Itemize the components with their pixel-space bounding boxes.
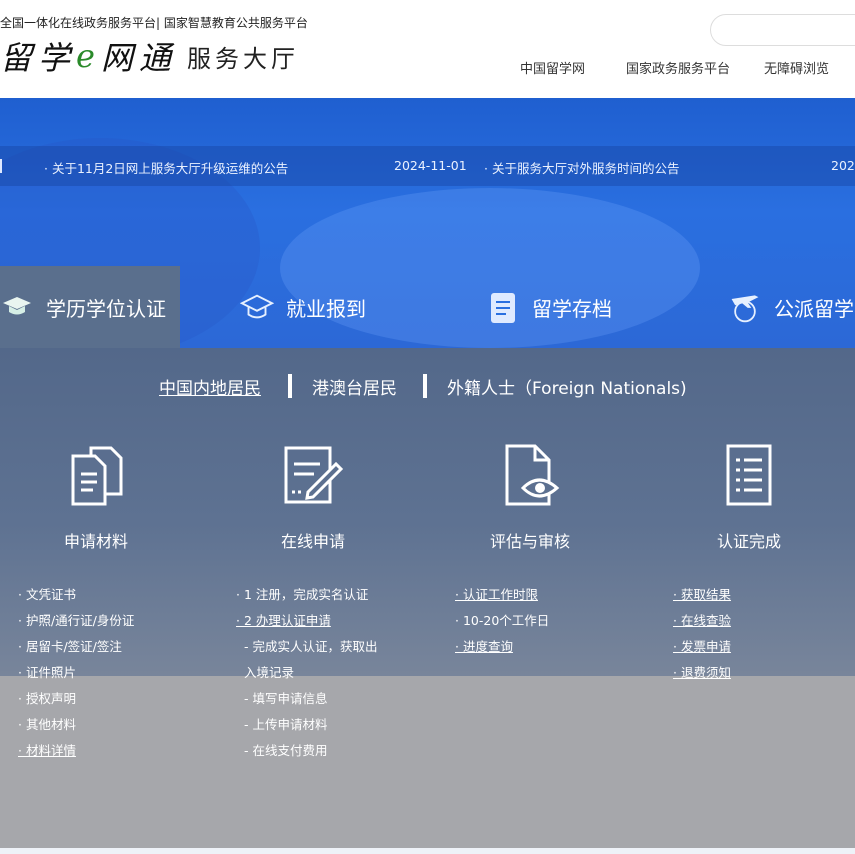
documents-icon <box>61 440 131 510</box>
list-item: - 完成实人认证，获取出 <box>244 639 378 654</box>
footer-strip <box>0 848 855 854</box>
review-eye-icon <box>495 440 565 510</box>
complete-list: · 获取结果 · 在线查验 · 发票申请 · 退费须知 <box>673 582 731 686</box>
logo-hall-text: 服务大厅 <box>186 44 299 73</box>
list-item[interactable]: · 居留卡/签证/签注 <box>18 634 134 660</box>
tab-degree-certification[interactable]: 学历学位认证 <box>0 266 180 348</box>
notice-marker <box>0 159 2 173</box>
list-item: 入境记录 <box>244 665 295 680</box>
list-item[interactable]: · 护照/通行证/身份证 <box>18 608 134 634</box>
site-header: 全国一体化在线政务服务平台| 国家智慧教育公共服务平台 留学 e 网通 服务大厅… <box>0 0 855 98</box>
archive-icon <box>486 290 520 324</box>
resident-tab-foreign[interactable]: 外籍人士（Foreign Nationals) <box>447 374 687 399</box>
refund-notice-link[interactable]: · 退费须知 <box>673 660 731 686</box>
tab-label: 就业报到 <box>286 296 366 321</box>
step-online-apply: 在线申请 <box>253 440 373 552</box>
step-complete: 认证完成 <box>689 440 809 552</box>
step-label: 认证完成 <box>716 532 781 551</box>
tab-divider <box>423 374 427 398</box>
list-item: - 填写申请信息 <box>244 691 328 706</box>
online-verify-link[interactable]: · 在线查验 <box>673 608 731 634</box>
graduation-cap-icon <box>0 290 34 324</box>
list-item: - 在线支付费用 <box>244 743 328 758</box>
step-label: 申请材料 <box>63 532 128 551</box>
tab-divider <box>288 374 292 398</box>
nav-link-cscse[interactable]: 中国留学网 <box>520 58 585 77</box>
get-result-link[interactable]: · 获取结果 <box>673 582 731 608</box>
notice-link[interactable]: · 关于11月2日网上服务大厅升级运维的公告 <box>44 158 288 177</box>
nav-link-gov-platform[interactable]: 国家政务服务平台 <box>626 58 730 77</box>
review-list: · 认证工作时限 · 10-20个工作日 · 进度查询 <box>455 582 549 660</box>
list-item[interactable]: · 其他材料 <box>18 712 134 738</box>
search-input[interactable] <box>710 14 855 46</box>
tab-label: 公派留学 <box>774 296 854 321</box>
notice-date: 202 <box>831 158 855 173</box>
list-item: - 上传申请材料 <box>244 717 328 732</box>
notice-bar: · 关于11月2日网上服务大厅升级运维的公告 2024-11-01 · 关于服务… <box>0 146 855 186</box>
progress-query-link[interactable]: · 进度查询 <box>455 634 549 660</box>
logo-text-1: 留学 <box>0 39 77 77</box>
airplane-globe-icon <box>728 290 762 324</box>
list-item[interactable]: · 文凭证书 <box>18 582 134 608</box>
tab-study-archive[interactable]: 留学存档 <box>486 266 612 348</box>
resident-tab-hk-macao-taiwan[interactable]: 港澳台居民 <box>312 374 397 399</box>
tab-label: 学历学位认证 <box>46 296 166 321</box>
notice-date: 2024-11-01 <box>394 158 467 173</box>
step-label: 在线申请 <box>280 532 345 551</box>
apply-certification-link[interactable]: · 2 办理认证申请 <box>236 608 377 634</box>
list-item[interactable]: · 证件照片 <box>18 660 134 686</box>
graduation-cap-icon <box>240 290 274 324</box>
tab-employment-report[interactable]: 就业报到 <box>240 266 366 348</box>
edit-form-icon <box>278 440 348 510</box>
step-materials: 申请材料 <box>36 440 156 552</box>
resident-tab-mainland[interactable]: 中国内地居民 <box>159 374 261 399</box>
materials-list: · 文凭证书 · 护照/通行证/身份证 · 居留卡/签证/签注 · 证件照片 ·… <box>18 582 134 764</box>
notice-link[interactable]: · 关于服务大厅对外服务时间的公告 <box>484 158 679 177</box>
online-apply-list: · 1 注册，完成实名认证 · 2 办理认证申请 - 完成实人认证，获取出 入境… <box>236 582 377 764</box>
invoice-request-link[interactable]: · 发票申请 <box>673 634 731 660</box>
nav-link-accessibility[interactable]: 无障碍浏览 <box>764 58 829 77</box>
tab-government-sponsored[interactable]: 公派留学 <box>728 266 854 348</box>
tab-label: 留学存档 <box>532 296 612 321</box>
site-tagline: 全国一体化在线政务服务平台| 国家智慧教育公共服务平台 <box>0 16 308 30</box>
time-limit-link[interactable]: · 认证工作时限 <box>455 582 549 608</box>
service-tabs: 学历学位认证 就业报到 留学存档 公派留学 <box>0 266 855 348</box>
step-label: 评估与审核 <box>489 532 570 551</box>
list-item: · 10-20个工作日 <box>455 613 550 628</box>
step-review: 评估与审核 <box>470 440 590 552</box>
list-item: · 1 注册，完成实名认证 <box>236 587 369 602</box>
site-logo[interactable]: 留学 e 网通 服务大厅 <box>0 36 299 77</box>
materials-details-link[interactable]: · 材料详情 <box>18 738 134 764</box>
logo-e-mark: e <box>76 37 101 75</box>
logo-text-2: 网通 <box>100 39 177 77</box>
certification-panel: 中国内地居民 港澳台居民 外籍人士（Foreign Nationals) 申请材… <box>0 348 855 848</box>
list-item[interactable]: · 授权声明 <box>18 686 134 712</box>
checklist-icon <box>714 440 784 510</box>
